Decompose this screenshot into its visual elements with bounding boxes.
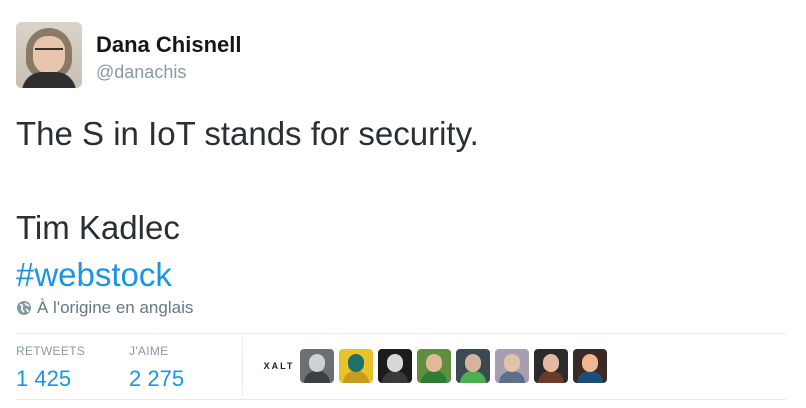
retweets-stat[interactable]: RETWEETS 1 425 xyxy=(16,343,85,393)
liker-avatar[interactable] xyxy=(378,349,412,383)
liker-avatar[interactable] xyxy=(534,349,568,383)
likes-stat[interactable]: J'AIME 2 275 xyxy=(129,343,184,393)
translate-indicator[interactable]: À l'origine en anglais xyxy=(16,298,193,318)
likes-count: 2 275 xyxy=(129,366,185,391)
tweet-header: Dana Chisnell @danachis xyxy=(16,22,241,90)
translate-label: À l'origine en anglais xyxy=(37,298,194,317)
author-names: Dana Chisnell @danachis xyxy=(96,22,241,84)
tweet-line-2: Tim Kadlec xyxy=(16,209,180,246)
author-handle[interactable]: @danachis xyxy=(96,60,241,84)
liker-avatar[interactable] xyxy=(495,349,529,383)
retweets-label: RETWEETS xyxy=(16,344,86,358)
author-name[interactable]: Dana Chisnell xyxy=(96,32,241,58)
liker-avatars: XALT xyxy=(262,349,612,383)
tweet-line-1: The S in IoT stands for security. xyxy=(16,115,479,152)
retweets-count: 1 425 xyxy=(16,366,72,391)
liker-avatar[interactable] xyxy=(417,349,451,383)
globe-icon xyxy=(17,301,31,315)
divider-bottom xyxy=(16,399,786,400)
author-avatar[interactable] xyxy=(16,22,82,88)
likes-label: J'AIME xyxy=(129,344,169,358)
liker-avatar[interactable] xyxy=(573,349,607,383)
liker-avatar[interactable] xyxy=(456,349,490,383)
divider-top xyxy=(16,333,786,334)
liker-avatar[interactable]: XALT xyxy=(262,349,296,383)
tweet-text: The S in IoT stands for security. Tim Ka… xyxy=(16,110,479,298)
liker-avatar[interactable] xyxy=(339,349,373,383)
hashtag-link[interactable]: #webstock xyxy=(16,251,479,298)
stats-separator xyxy=(242,338,243,396)
liker-avatar[interactable] xyxy=(300,349,334,383)
